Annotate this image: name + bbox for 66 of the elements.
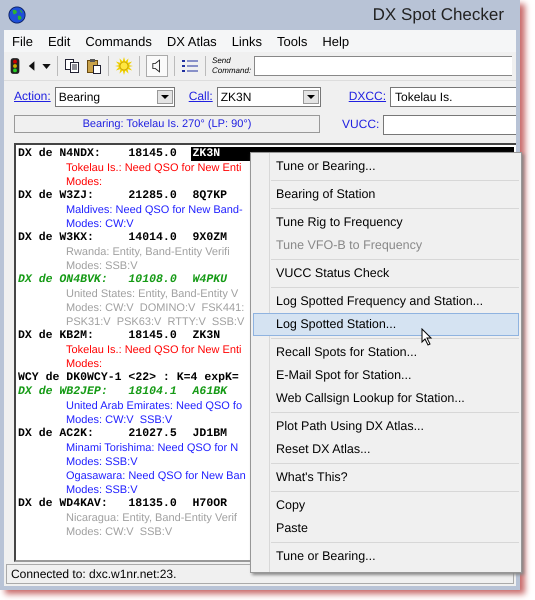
spot-detail: Modes: SSB:V <box>66 483 138 497</box>
spot-frequency: 14014.0 <box>128 231 178 245</box>
spotter-call: DX de N4NDX: <box>18 147 102 161</box>
spot-frequency: 18135.0 <box>128 497 178 511</box>
spot-detail: Modes: SSB:V <box>66 455 138 469</box>
menu-item[interactable]: Help <box>322 34 350 48</box>
spot-detail: Tokelau Is.: Need QSO for New Enti <box>66 343 242 357</box>
action-link[interactable]: Action: <box>14 89 51 103</box>
menu-item[interactable]: DX Atlas <box>166 34 217 48</box>
call-dropdown[interactable]: ZK3N <box>216 87 321 107</box>
menu-item[interactable]: Links <box>232 34 262 48</box>
vucc-label: VUCC: <box>342 117 380 131</box>
spotter-call: DX de ON4BVK: <box>18 273 109 287</box>
dxcc-link[interactable]: DXCC: <box>348 89 386 103</box>
context-menu-item[interactable]: Copy <box>253 494 519 517</box>
wcy-line: WCY de DK0WCY-1 <22> : K=4 expK= <box>18 371 239 385</box>
context-menu-item[interactable]: Tune or Bearing... <box>253 155 519 178</box>
bearing-status: Bearing: Tokelau Is. 270° (LP: 90°) <box>14 115 320 133</box>
menu-item[interactable]: Commands <box>85 34 152 48</box>
spot-detail: Ogasawara: Need QSO for New Ban <box>66 469 246 483</box>
spotter-call: DX de WB2JEP: <box>18 385 109 399</box>
spot-detail: Rwanda: Entity, Band-Entity Verifi <box>66 245 230 259</box>
context-menu-item[interactable]: VUCC Status Check <box>253 262 519 285</box>
spot-detail: Modes: CW:V DOMINO:V FSK441: <box>66 301 244 315</box>
spotter-call: DX de AC2K: <box>18 427 95 441</box>
context-menu-item[interactable]: Plot Path Using DX Atlas... <box>253 415 519 438</box>
context-menu-item[interactable]: Recall Spots for Station... <box>253 341 519 364</box>
spotter-call: DX de WD4KAV: <box>18 497 109 511</box>
spot-detail: Modes: CW:V <box>66 217 134 231</box>
spot-detail: Minami Torishima: Need QSO for N <box>66 441 238 455</box>
spot-detail: PSK31:V PSK63:V RTTY:V SSB:V <box>66 315 244 329</box>
spot-frequency: 21285.0 <box>128 189 178 203</box>
spot-detail: Nicaragua: Entity, Band-Entity Verif <box>66 511 237 525</box>
spot-frequency: 18145.0 <box>128 329 178 343</box>
context-menu-item[interactable]: Tune Rig to Frequency <box>253 211 519 234</box>
context-menu-item[interactable]: Web Callsign Lookup for Station... <box>253 387 519 410</box>
menu-item[interactable]: File <box>12 34 33 48</box>
spotter-call: DX de W3KX: <box>18 231 95 245</box>
spot-detail: Modes: CW:V SSB:V <box>66 413 172 427</box>
context-menu-item[interactable]: E-Mail Spot for Station... <box>253 364 519 387</box>
window-title: DX Spot Checker <box>372 5 505 25</box>
spot-frequency: 10108.0 <box>128 273 178 287</box>
action-dropdown[interactable]: Bearing <box>54 87 175 107</box>
context-menu-item[interactable]: Paste <box>253 517 519 540</box>
spotter-call: DX de KB2M: <box>18 329 95 343</box>
spot-detail: United States: Entity, Band-Entity V <box>66 287 238 301</box>
context-menu-item[interactable]: What's This? <box>253 466 519 489</box>
spot-frequency: 18145.0 <box>128 147 178 161</box>
menu-item[interactable]: Tools <box>277 34 308 48</box>
call-link[interactable]: Call: <box>188 89 213 103</box>
spot-detail: Tokelau Is.: Need QSO for New Enti <box>66 161 242 175</box>
spotter-call: DX de W3ZJ: <box>18 189 95 203</box>
context-menu-item[interactable]: Reset DX Atlas... <box>253 438 519 461</box>
spot-detail: Modes: CW:V SSB:V <box>66 525 172 539</box>
spot-frequency: 21027.5 <box>128 427 178 441</box>
spot-detail: United Arab Emirates: Need QSO fo <box>66 399 242 413</box>
context-menu-item[interactable]: Log Spotted Station... <box>253 313 519 336</box>
context-menu-item[interactable]: Bearing of Station <box>253 183 519 206</box>
spot-detail: Modes: <box>66 175 102 189</box>
menu-item[interactable]: Edit <box>48 34 70 48</box>
dxcc-field[interactable]: Tokelau Is. <box>390 87 516 107</box>
spot-detail: Modes: <box>66 357 102 371</box>
spot-frequency: 18104.1 <box>128 385 178 399</box>
spot-detail: Maldives: Need QSO for New Band- <box>66 203 243 217</box>
spot-detail: Modes: SSB:V <box>66 259 138 273</box>
context-menu-item[interactable]: Log Spotted Frequency and Station... <box>253 290 519 313</box>
